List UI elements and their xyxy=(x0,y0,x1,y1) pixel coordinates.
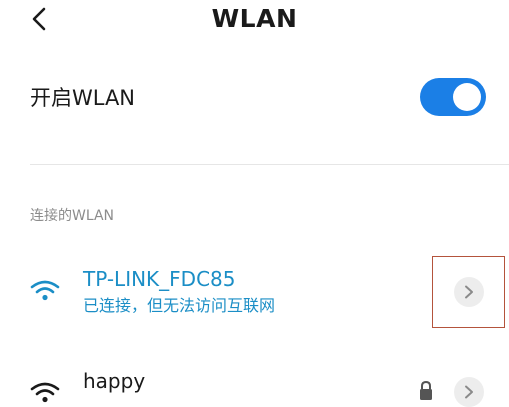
network-details-button[interactable] xyxy=(454,377,484,407)
wifi-icon xyxy=(30,280,60,301)
wlan-switch[interactable] xyxy=(420,78,486,116)
switch-knob xyxy=(453,83,481,111)
wlan-toggle-label: 开启WLAN xyxy=(30,86,136,110)
top-bar: WLAN xyxy=(0,0,509,40)
network-name: TP-LINK_FDC85 xyxy=(83,267,236,291)
chevron-right-icon xyxy=(465,385,473,399)
page-title: WLAN xyxy=(211,4,298,33)
lock-icon xyxy=(420,380,432,400)
network-status: 已连接，但无法访问互联网 xyxy=(83,296,276,315)
divider xyxy=(30,164,509,165)
network-name: happy xyxy=(83,369,146,393)
wifi-icon xyxy=(30,382,60,403)
wlan-toggle-row[interactable]: 开启WLAN xyxy=(0,72,509,124)
section-header-connected: 连接的WLAN xyxy=(30,208,115,224)
highlight-box xyxy=(432,256,505,328)
